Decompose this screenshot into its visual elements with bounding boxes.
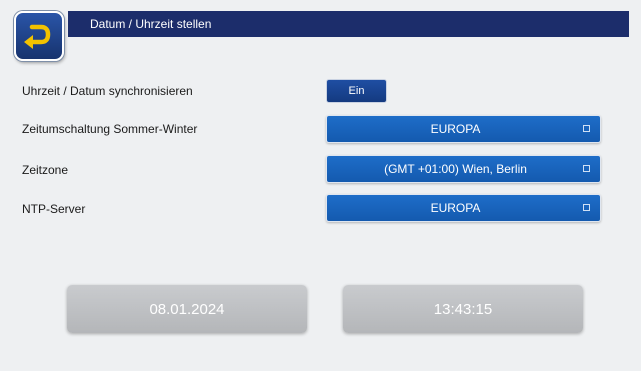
page-title: Datum / Uhrzeit stellen — [90, 17, 212, 31]
sync-toggle-label: Ein — [348, 85, 365, 97]
ntp-value: EUROPA — [430, 201, 481, 215]
dst-value: EUROPA — [430, 122, 481, 136]
timezone-label: Zeitzone — [22, 163, 69, 177]
sync-toggle-button[interactable]: Ein — [326, 79, 387, 103]
dst-label: Zeitumschaltung Sommer-Winter — [22, 122, 198, 136]
timezone-value: (GMT +01:00) Wien, Berlin — [384, 162, 527, 176]
date-value: 08.01.2024 — [149, 300, 225, 318]
ntp-dropdown[interactable]: EUROPA — [326, 194, 601, 222]
date-field[interactable]: 08.01.2024 — [67, 285, 307, 333]
dropdown-arrow-icon — [583, 125, 590, 132]
timezone-dropdown[interactable]: (GMT +01:00) Wien, Berlin — [326, 155, 601, 183]
time-value: 13:43:15 — [433, 300, 493, 318]
title-bar: Datum / Uhrzeit stellen — [68, 11, 629, 37]
dst-dropdown[interactable]: EUROPA — [326, 115, 601, 143]
back-button[interactable] — [14, 11, 64, 61]
dropdown-arrow-icon — [583, 204, 590, 211]
dropdown-arrow-icon — [583, 165, 590, 172]
time-field[interactable]: 13:43:15 — [343, 285, 583, 333]
sync-label: Uhrzeit / Datum synchronisieren — [22, 84, 193, 98]
return-arrow-icon — [24, 24, 51, 49]
ntp-label: NTP-Server — [22, 202, 86, 216]
